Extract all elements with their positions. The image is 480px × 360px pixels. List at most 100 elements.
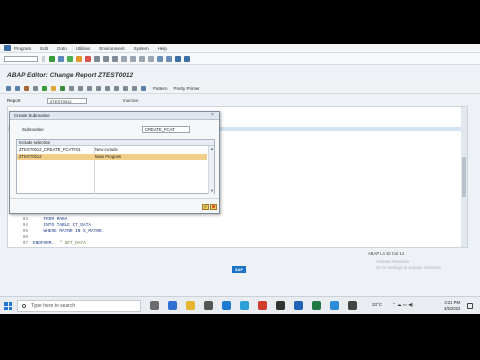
windows-taskbar: Type here to search 33°C ⌃ ☁ ▭ ◀) 3:21 P… (0, 296, 480, 314)
sap-window: Program Edit Goto Utilities Environment … (0, 44, 480, 314)
delete-icon[interactable] (114, 85, 119, 91)
menu-program[interactable]: Program (14, 46, 31, 51)
mail-icon[interactable] (222, 301, 231, 310)
insert-icon[interactable] (105, 85, 110, 91)
activation-watermark: Activate Windows Go to Settings to activ… (376, 259, 442, 271)
display-change-icon[interactable] (24, 85, 29, 91)
pretty-printer-button[interactable]: Pretty Printer (174, 86, 200, 91)
exit-icon[interactable] (76, 55, 82, 62)
search-icon (22, 304, 26, 308)
file-explorer-icon[interactable] (186, 301, 195, 310)
include-table-header: Include selection (17, 140, 214, 146)
navigation-window-icon[interactable] (87, 85, 92, 91)
edge-icon[interactable] (168, 301, 177, 310)
application-toolbar: Pattern Pretty Printer (0, 83, 480, 94)
where-used-icon[interactable] (69, 85, 74, 91)
ok-button[interactable]: ✔ (202, 204, 209, 210)
taskbar-clock[interactable]: 3:21 PM 3/5/2022 (444, 300, 460, 311)
line-number: 97 (22, 241, 28, 246)
enter-icon[interactable] (49, 55, 55, 62)
watermark-line-2: Go to Settings to activate Windows. (376, 265, 443, 270)
next-page-icon[interactable] (139, 55, 145, 62)
include-desc: New include (95, 147, 118, 152)
line-text: WHERE MATNR IN S_MATNR. (33, 229, 105, 234)
layout-icon[interactable] (184, 55, 190, 62)
create-subroutine-dialog: Create Subroutine × Subroutine CREATE_FC… (9, 111, 220, 214)
windows-start-icon[interactable] (4, 302, 12, 310)
sap-logo: SAP (232, 266, 246, 273)
dialog-footer: ✔ ✖ (10, 198, 219, 213)
save-icon[interactable] (58, 55, 64, 62)
include-desc: Main Program (95, 154, 122, 159)
redo-icon[interactable] (132, 85, 137, 91)
scrollbar-thumb[interactable] (462, 157, 466, 197)
breakpoint-icon[interactable] (96, 85, 101, 91)
other-object-icon[interactable] (33, 85, 38, 91)
command-field[interactable] (4, 55, 38, 62)
last-page-icon[interactable] (148, 55, 154, 62)
tray-icons[interactable]: ⌃ ☁ ▭ ◀) (392, 302, 413, 308)
menu-edit[interactable]: Edit (40, 46, 48, 51)
check-icon[interactable] (42, 85, 47, 91)
cancel-icon[interactable] (85, 55, 91, 62)
test-icon[interactable] (60, 85, 65, 91)
line-text: INTO TABLE IT_DATA (33, 223, 91, 228)
prev-page-icon[interactable] (130, 55, 136, 62)
close-icon[interactable]: × (211, 113, 216, 118)
system-toolbar (0, 53, 480, 65)
include-row[interactable]: ZTEST0012_CREATE_FCATF01 New include (17, 147, 207, 153)
sap-menu-icon[interactable] (4, 45, 11, 51)
first-page-icon[interactable] (121, 55, 127, 62)
weather-temperature[interactable]: 33°C (372, 302, 382, 307)
task-view-icon[interactable] (150, 301, 159, 310)
line-comment: " GET_DATA (59, 241, 86, 246)
code-line: 97 ENDFORM. " GET_DATA (8, 241, 86, 247)
sap-logon-icon[interactable] (330, 301, 339, 310)
include-selection-table: Include selection ZTEST0012_CREATE_FCATF… (16, 139, 215, 194)
new-session-icon[interactable] (157, 55, 163, 62)
terminal-icon[interactable] (276, 301, 285, 310)
forward-arrow-icon[interactable] (15, 85, 20, 91)
include-name: ZTEST0012_CREATE_FCATF01 (19, 147, 81, 152)
notification-icon[interactable] (467, 303, 473, 309)
subroutine-input[interactable]: CREATE_FCAT (142, 126, 190, 133)
pattern-button[interactable]: Pattern (153, 86, 168, 91)
find-next-icon[interactable] (112, 55, 118, 62)
activate-icon[interactable] (51, 85, 56, 91)
include-name: ZTEST0012 (19, 154, 42, 159)
chrome-icon[interactable] (258, 301, 267, 310)
clock-date: 3/5/2022 (444, 305, 461, 311)
report-field[interactable]: ZTEST0012 (47, 97, 87, 104)
object-list-icon[interactable] (78, 85, 83, 91)
print-icon[interactable] (94, 55, 100, 62)
taskbar-search-input[interactable]: Type here to search (17, 300, 141, 312)
page-title: ABAP Editor: Change Report ZTEST0012 (7, 72, 134, 79)
back-arrow-icon[interactable] (6, 85, 11, 91)
cancel-button[interactable]: ✖ (210, 204, 217, 210)
report-label: Report (7, 98, 21, 103)
include-scrollbar[interactable]: ▲ ▼ (208, 146, 214, 194)
store-icon[interactable] (204, 301, 213, 310)
find-icon[interactable] (103, 55, 109, 62)
app-icon-2[interactable] (348, 301, 357, 310)
menu-system[interactable]: System (134, 46, 149, 51)
word-icon[interactable] (294, 301, 303, 310)
help-icon[interactable] (175, 55, 181, 62)
app-icon[interactable] (240, 301, 249, 310)
report-status: Inactive (123, 98, 139, 103)
menu-help[interactable]: Help (158, 46, 167, 51)
pattern-icon[interactable] (141, 85, 146, 91)
excel-icon[interactable] (312, 301, 321, 310)
dialog-title: Create Subroutine (10, 112, 219, 120)
menu-goto[interactable]: Goto (57, 46, 67, 51)
back-icon[interactable] (67, 55, 73, 62)
undo-icon[interactable] (123, 85, 128, 91)
menu-utilities[interactable]: Utilities (76, 46, 91, 51)
editor-scrollbar[interactable] (461, 107, 467, 247)
include-row-selected[interactable]: ZTEST0012 Main Program (17, 154, 207, 160)
command-dropdown-icon[interactable] (42, 55, 45, 62)
shortcut-icon[interactable] (166, 55, 172, 62)
menu-environment[interactable]: Environment (99, 46, 124, 51)
scroll-down-icon[interactable]: ▼ (210, 188, 214, 193)
scroll-up-icon[interactable]: ▲ (210, 146, 214, 151)
